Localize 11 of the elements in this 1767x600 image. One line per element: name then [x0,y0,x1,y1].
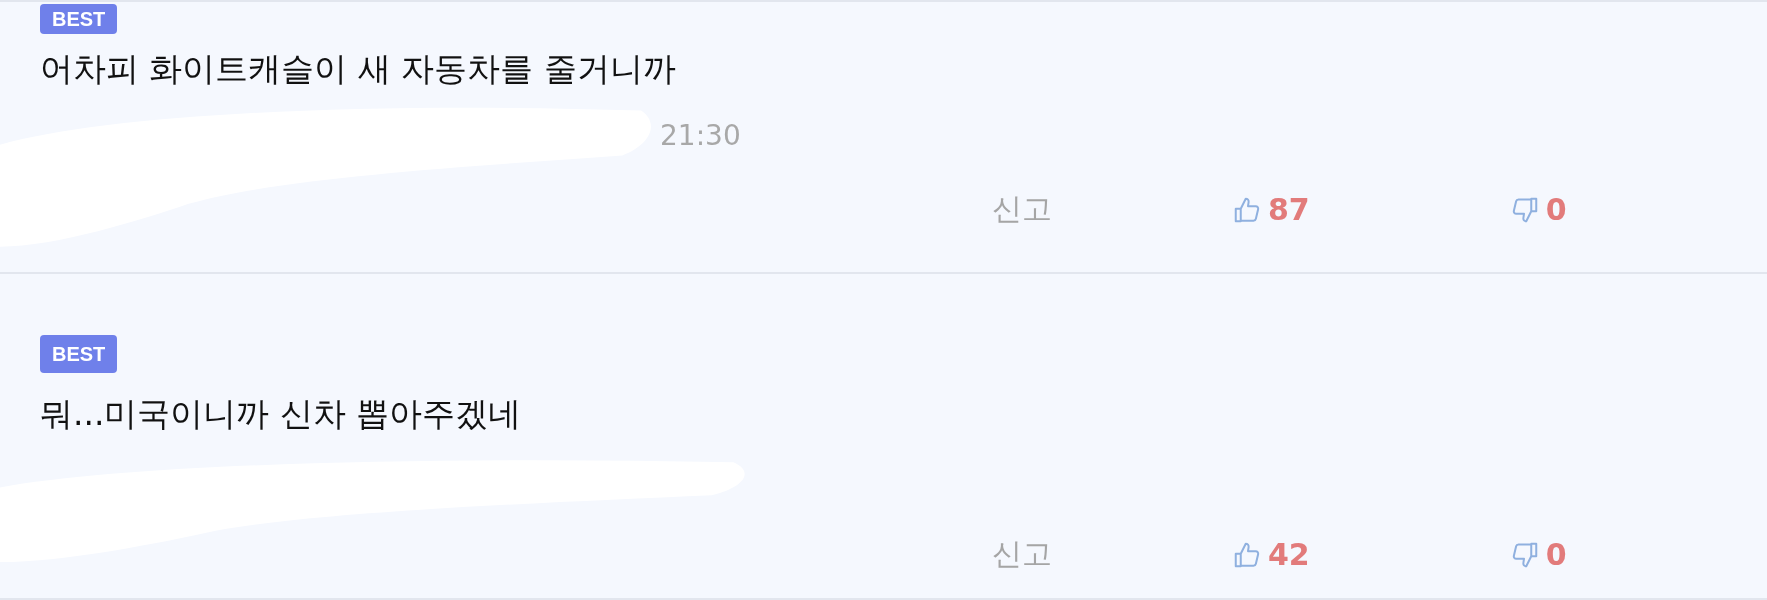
comment-time: 21:30 [660,119,741,152]
dislike-button[interactable]: 0 [1509,537,1567,572]
like-button[interactable]: 87 [1232,192,1310,227]
like-button[interactable]: 42 [1232,537,1310,572]
comment-text: 어차피 화이트캐슬이 새 자동차를 줄거니까 [40,48,677,90]
best-badge: BEST [40,335,118,373]
comment-text: 뭐...미국이니까 신차 뽑아주겠네 [40,393,523,435]
dislike-button[interactable]: 0 [1509,192,1567,227]
report-button[interactable]: 신고 [992,534,1052,575]
report-button[interactable]: 신고 [992,189,1052,230]
best-badge: BEST [40,4,118,34]
